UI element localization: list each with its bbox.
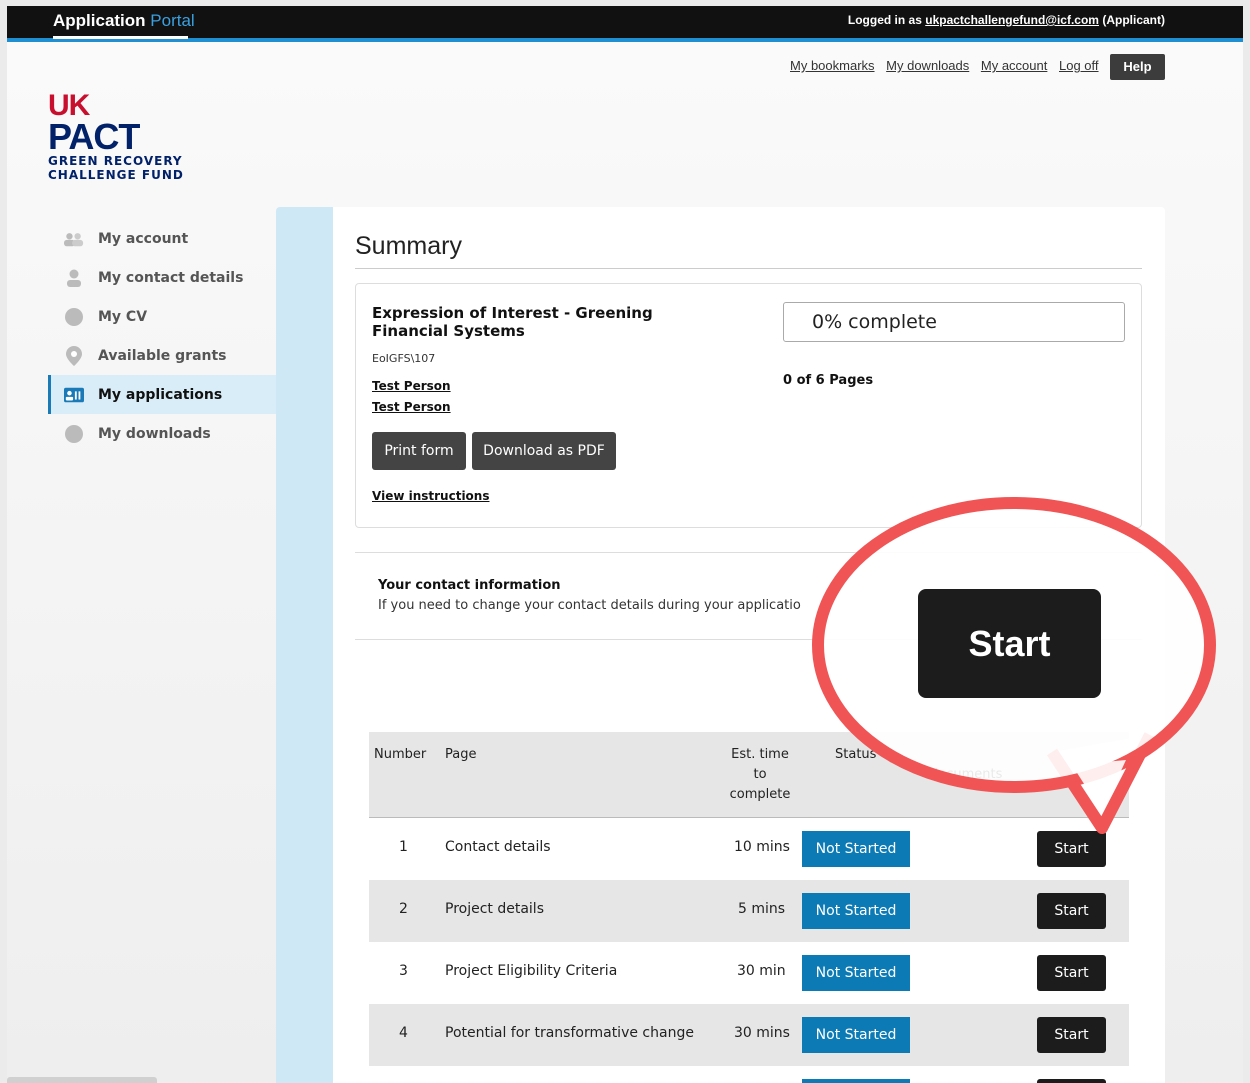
title-divider	[355, 268, 1142, 269]
row-number: 1	[399, 839, 408, 855]
my-bookmarks-link[interactable]: My bookmarks	[790, 58, 875, 73]
applicant-link[interactable]: Test Person	[372, 400, 451, 414]
row-time: 10 mins	[734, 839, 790, 855]
login-info: Logged in as ukpactchallengefund@icf.com…	[848, 13, 1165, 27]
row-time: 5 mins	[738, 901, 786, 917]
completion-progress: 0% complete	[783, 302, 1125, 342]
status-badge: Not Started	[802, 893, 910, 929]
sidebar-nav: My account My contact details My CV Avai…	[48, 219, 276, 453]
row-page: Potential for transformative change	[445, 1025, 694, 1041]
my-account-link[interactable]: My account	[981, 58, 1047, 73]
status-badge: Not Started	[802, 1017, 910, 1053]
logged-in-prefix: Logged in as	[847, 13, 922, 27]
sidebar-item-my-applications[interactable]: My applications	[48, 375, 276, 414]
row-page: Contact details	[445, 839, 551, 855]
log-off-link[interactable]: Log off	[1059, 58, 1099, 73]
table-row-partial	[369, 1066, 1129, 1083]
print-form-button[interactable]: Print form	[372, 432, 466, 470]
header-page: Page	[445, 747, 477, 762]
sidebar-item-available-grants[interactable]: Available grants	[48, 336, 276, 375]
brand-underline	[53, 36, 188, 39]
app-brand[interactable]: Application Portal	[53, 11, 195, 31]
sidebar-item-label: My applications	[98, 386, 223, 403]
table-row: 1 Contact details 10 mins Not Started St…	[369, 818, 1129, 880]
contact-info-title: Your contact information	[378, 578, 561, 593]
table-row: 3 Project Eligibility Criteria 30 min No…	[369, 942, 1129, 1004]
row-number: 2	[399, 901, 408, 917]
status-badge: Not Started	[802, 955, 910, 991]
logo-line2: CHALLENGE FUND	[48, 168, 184, 182]
start-button[interactable]: Start	[1037, 1017, 1106, 1053]
user-role: (Applicant)	[1102, 13, 1165, 27]
row-number: 3	[399, 963, 408, 979]
header-est-time: Est. time to complete	[719, 745, 801, 805]
pages-table: Number Page Est. time to complete Status…	[369, 732, 1129, 1083]
side-strip	[276, 207, 333, 1083]
people-icon	[64, 230, 84, 248]
top-bar: Application Portal Logged in as ukpactch…	[7, 6, 1243, 42]
sidebar-item-my-contact-details[interactable]: My contact details	[48, 258, 276, 297]
uk-pact-logo[interactable]: UK PACT GREEN RECOVERY CHALLENGE FUND	[48, 91, 184, 183]
table-row: 2 Project details 5 mins Not Started Sta…	[369, 880, 1129, 942]
row-page: Project Eligibility Criteria	[445, 963, 618, 979]
row-time: 30 mins	[734, 1025, 790, 1041]
pages-count: 0 of 6 Pages	[783, 373, 874, 388]
row-page: Project details	[445, 901, 544, 917]
top-links: My bookmarks My downloads My account Log…	[790, 58, 1107, 73]
table-header: Number Page Est. time to complete Status…	[369, 732, 1129, 818]
brand-sub: Portal	[150, 11, 195, 30]
table-row: 4 Potential for transformative change 30…	[369, 1004, 1129, 1066]
view-instructions-link[interactable]: View instructions	[372, 489, 489, 503]
start-button[interactable]: Start	[1037, 955, 1106, 991]
header-number: Number	[374, 747, 427, 762]
my-downloads-link[interactable]: My downloads	[886, 58, 969, 73]
status-badge: Not Started	[802, 831, 910, 867]
callout-start-button: Start	[918, 589, 1101, 698]
header-time-line1: Est. time	[731, 747, 789, 762]
application-reference: EoIGFS\107	[372, 352, 436, 365]
sidebar-item-my-account[interactable]: My account	[48, 219, 276, 258]
sidebar-item-label: Available grants	[98, 347, 227, 364]
user-email-link[interactable]: ukpactchallengefund@icf.com	[925, 13, 1099, 27]
start-button-partial[interactable]	[1037, 1079, 1106, 1083]
id-card-icon	[64, 386, 84, 404]
map-pin-icon	[64, 345, 84, 366]
sidebar-item-label: My downloads	[98, 425, 211, 442]
scrollbar[interactable]	[7, 1077, 157, 1083]
sidebar-item-label: My contact details	[98, 269, 244, 286]
header-time-line3: complete	[729, 787, 791, 802]
start-button[interactable]: Start	[1037, 831, 1106, 867]
sidebar-item-my-cv[interactable]: My CV	[48, 297, 276, 336]
application-title: Expression of Interest - Greening Financ…	[372, 304, 653, 340]
applicant-link[interactable]: Test Person	[372, 379, 451, 393]
help-button[interactable]: Help	[1110, 54, 1165, 80]
header-documents: documents	[930, 767, 1003, 782]
header-status: Status	[835, 747, 877, 762]
sidebar-item-label: My CV	[98, 308, 148, 325]
status-badge-partial	[802, 1079, 910, 1083]
header-time-line2: to	[753, 767, 767, 782]
start-button[interactable]: Start	[1037, 893, 1106, 929]
contact-info-text: If you need to change your contact detai…	[378, 598, 801, 613]
row-number: 4	[399, 1025, 408, 1041]
circle-icon	[64, 307, 84, 326]
person-icon	[64, 269, 84, 287]
page-title: Summary	[355, 232, 462, 260]
sidebar-item-my-downloads[interactable]: My downloads	[48, 414, 276, 453]
brand-main: Application	[53, 11, 146, 30]
download-pdf-button[interactable]: Download as PDF	[472, 432, 616, 470]
logo-pact: PACT	[48, 116, 140, 157]
logo-line1: GREEN RECOVERY	[48, 154, 183, 168]
circle-icon	[64, 424, 84, 443]
sidebar-item-label: My account	[98, 230, 189, 247]
row-time: 30 min	[737, 963, 786, 979]
